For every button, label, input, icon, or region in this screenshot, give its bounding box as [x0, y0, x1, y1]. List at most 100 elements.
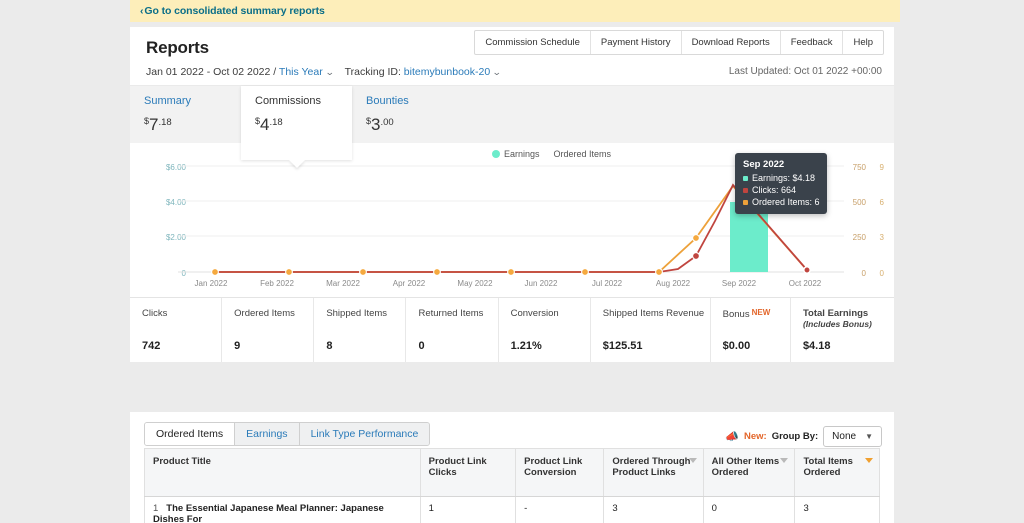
y-r1-tick-3: 0	[861, 269, 866, 278]
col-all-other-items-ordered[interactable]: All Other Items Ordered	[702, 448, 796, 497]
tracking-id-value[interactable]: bitemybunbook-20	[404, 66, 490, 78]
metric-shipped-revenue-value: $125.51	[602, 340, 643, 352]
metric-shipped-revenue-label: Shipped Items Revenue	[602, 308, 705, 319]
tooltip-title: Sep 2022	[743, 159, 785, 170]
x-axis-labels: Jan 2022 Feb 2022 Mar 2022 Apr 2022 May …	[178, 279, 838, 288]
col-total-items-ordered[interactable]: Total Items Ordered	[794, 448, 880, 497]
chevron-left-icon: ‹	[140, 5, 144, 17]
metric-returned-items-value: 0	[418, 340, 425, 352]
chart-line-clicks	[215, 183, 808, 273]
value-cents: .18	[158, 117, 172, 128]
x-tick-0: Jan 2022	[194, 279, 228, 288]
tooltip-swatch-earnings	[743, 175, 748, 181]
active-pill-pointer	[184, 445, 196, 446]
y-r1-tick-1: 500	[852, 198, 866, 207]
metric-total-earnings: Total Earnings (Includes Bonus) $4.18	[791, 298, 894, 362]
legend-item-ordered-items[interactable]: Ordered Items	[554, 149, 612, 159]
x-tick-9: Oct 2022	[788, 279, 822, 288]
y-r2-tick-3: 0	[879, 269, 884, 278]
consolidated-reports-banner: ‹Go to consolidated summary reports	[130, 0, 900, 22]
legend-item-earnings[interactable]: Earnings	[492, 149, 540, 159]
tab-ordered-items[interactable]: Ordered Items	[145, 423, 236, 446]
table-row[interactable]: 1 The Essential Japanese Meal Planner: Ja…	[144, 496, 880, 523]
tab-earnings[interactable]: Earnings	[235, 423, 300, 445]
metric-ordered-items-value: 9	[234, 340, 241, 352]
col-product-link-clicks[interactable]: Product Link Clicks	[419, 448, 517, 497]
date-range-label: Jan 01 2022 - Oct 02 2022 /	[146, 66, 277, 78]
performance-chart: Earnings Ordered Items $6.00 $4.00 $2.00…	[130, 143, 894, 298]
metric-shipped-items-revenue: Shipped Items Revenue $125.51	[591, 298, 711, 362]
summary-tab-commissions-label: Commissions	[255, 95, 322, 107]
legend-label-earnings: Earnings	[504, 149, 540, 159]
group-by-control: 📣 New: Group By: None ▼	[725, 426, 882, 447]
cell-product-title: 1 The Essential Japanese Meal Planner: Ja…	[144, 496, 421, 523]
col-ordered-through-product-links[interactable]: Ordered Through Product Links	[603, 448, 704, 497]
group-by-select[interactable]: None ▼	[823, 426, 882, 447]
value-cents: .00	[380, 117, 394, 128]
cell-all-other-ordered: 0	[702, 496, 796, 523]
tooltip-label-clicks: Clicks: 664	[752, 185, 797, 195]
tab-link-type-performance[interactable]: Link Type Performance	[299, 423, 430, 445]
value-cents: .18	[269, 117, 283, 128]
report-tabs: Ordered Items Earnings Link Type Perform…	[144, 422, 431, 446]
new-badge: NEW	[751, 308, 771, 317]
nav-help[interactable]: Help	[843, 31, 883, 54]
summary-tab-commissions[interactable]: Commissions $4.18	[241, 86, 352, 168]
summary-tab-strip: Summary $7.18 Commissions $4.18 Bounties…	[130, 85, 894, 168]
header-nav-tabs: Commission Schedule Payment History Down…	[474, 30, 884, 55]
group-by-label: Group By:	[771, 431, 819, 442]
row-product-title[interactable]: The Essential Japanese Meal Planner: Jap…	[153, 503, 384, 523]
y-r2-tick-2: 3	[879, 233, 884, 242]
metric-bonus-value: $0.00	[722, 340, 751, 352]
row-index: 1	[153, 503, 159, 514]
chevron-down-icon-groupby: ▼	[865, 432, 873, 441]
tab-ordered-items-label: Ordered Items	[156, 428, 224, 440]
cell-product-link-clicks: 1	[419, 496, 517, 523]
active-tab-pointer	[288, 160, 305, 168]
nav-commission-schedule[interactable]: Commission Schedule	[475, 31, 591, 54]
summary-tab-bounties[interactable]: Bounties $3.00	[352, 86, 463, 143]
metric-total-earnings-label: Total Earnings	[802, 308, 869, 319]
last-updated-text: Last Updated: Oct 01 2022 +00:00	[728, 66, 882, 77]
consolidated-summary-reports-link[interactable]: ‹Go to consolidated summary reports	[130, 5, 325, 17]
x-tick-2: Mar 2022	[326, 279, 360, 288]
col-product-link-conversion[interactable]: Product Link Conversion	[515, 448, 605, 497]
metrics-row: Clicks 742 Ordered Items 9 Shipped Items…	[130, 298, 894, 362]
summary-tab-commissions-value: $4.18	[255, 115, 352, 135]
x-tick-4: May 2022	[457, 279, 493, 288]
col-total-items-label: Total Items Ordered	[803, 456, 853, 478]
sort-arrow-icon-total-items[interactable]	[865, 458, 873, 463]
reports-page: ‹Go to consolidated summary reports Repo…	[0, 0, 1024, 523]
chart-points-ordered-items	[211, 234, 811, 275]
chevron-down-icon-tracking[interactable]: ⌄	[492, 67, 502, 78]
chart-legend: Earnings Ordered Items	[492, 149, 611, 159]
metric-conversion: Conversion 1.21%	[499, 298, 591, 362]
tooltip-row-ordered-items: Ordered Items: 6	[743, 197, 820, 207]
metric-clicks-value: 742	[142, 340, 161, 352]
report-table-panel: Ordered Items Earnings Link Type Perform…	[130, 412, 894, 523]
nav-payment-history[interactable]: Payment History	[591, 31, 682, 54]
tooltip-swatch-ordered-items	[743, 199, 748, 205]
legend-label-ordered-items: Ordered Items	[553, 149, 612, 159]
tracking-id-label: Tracking ID:	[344, 66, 401, 78]
tooltip-row-clicks: Clicks: 664	[743, 185, 819, 195]
chevron-down-icon-period[interactable]: ⌄	[324, 67, 334, 78]
tooltip-row-earnings: Earnings: $4.18	[743, 173, 819, 183]
y-r2-tick-0: 9	[879, 163, 884, 172]
sort-arrow-icon-all-other[interactable]	[780, 458, 789, 463]
nav-download-reports[interactable]: Download Reports	[682, 31, 781, 54]
x-tick-7: Aug 2022	[655, 279, 691, 288]
summary-tab-summary-value: $7.18	[144, 115, 241, 135]
col-product-title[interactable]: Product Title	[144, 448, 421, 497]
period-selector[interactable]: This Year	[279, 66, 323, 78]
nav-feedback[interactable]: Feedback	[781, 31, 844, 54]
sort-arrow-icon-ordered-through[interactable]	[688, 458, 697, 463]
x-tick-8: Sep 2022	[721, 279, 757, 288]
metric-shipped-items-value: 8	[326, 340, 333, 352]
cell-product-link-conversion: -	[515, 496, 605, 523]
metric-clicks-label: Clicks	[142, 308, 168, 319]
chart-line-ordered-items	[215, 184, 808, 273]
table-header-row: Product Title Product Link Clicks Produc…	[144, 448, 880, 497]
summary-tab-summary[interactable]: Summary $7.18	[130, 86, 241, 143]
metric-ordered-items-label: Ordered Items	[234, 308, 295, 319]
